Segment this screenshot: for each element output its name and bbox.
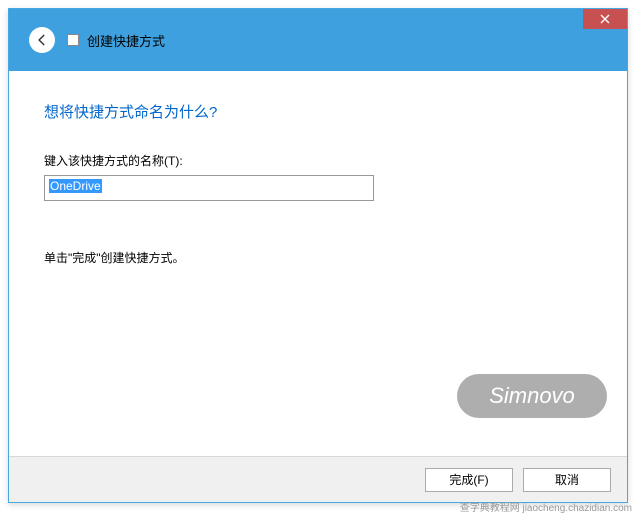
footer-buttons: 完成(F) 取消 — [9, 456, 627, 502]
cancel-button[interactable]: 取消 — [523, 468, 611, 492]
window-title: 创建快捷方式 — [87, 31, 165, 50]
instruction-text: 单击"完成"创建快捷方式。 — [44, 249, 592, 266]
footer-note: 查字典教程网 jiaocheng.chazidian.com — [460, 499, 632, 514]
wizard-heading: 想将快捷方式命名为什么? — [44, 101, 592, 122]
finish-button[interactable]: 完成(F) — [425, 468, 513, 492]
close-button[interactable] — [583, 9, 627, 29]
titlebar: 创建快捷方式 — [9, 9, 627, 71]
input-selected-text: OneDrive — [49, 179, 102, 193]
watermark: Simnovo — [457, 374, 607, 418]
shortcut-icon — [67, 34, 79, 46]
back-button[interactable] — [29, 27, 55, 53]
watermark-text: Simnovo — [489, 383, 575, 409]
wizard-window: 创建快捷方式 想将快捷方式命名为什么? 键入该快捷方式的名称(T): OneDr… — [8, 8, 628, 503]
name-input-label: 键入该快捷方式的名称(T): — [44, 152, 592, 169]
shortcut-name-input[interactable]: OneDrive — [44, 175, 374, 201]
back-arrow-icon — [35, 33, 49, 47]
content-area: 想将快捷方式命名为什么? 键入该快捷方式的名称(T): OneDrive 单击"… — [9, 71, 627, 456]
close-icon — [600, 14, 610, 24]
